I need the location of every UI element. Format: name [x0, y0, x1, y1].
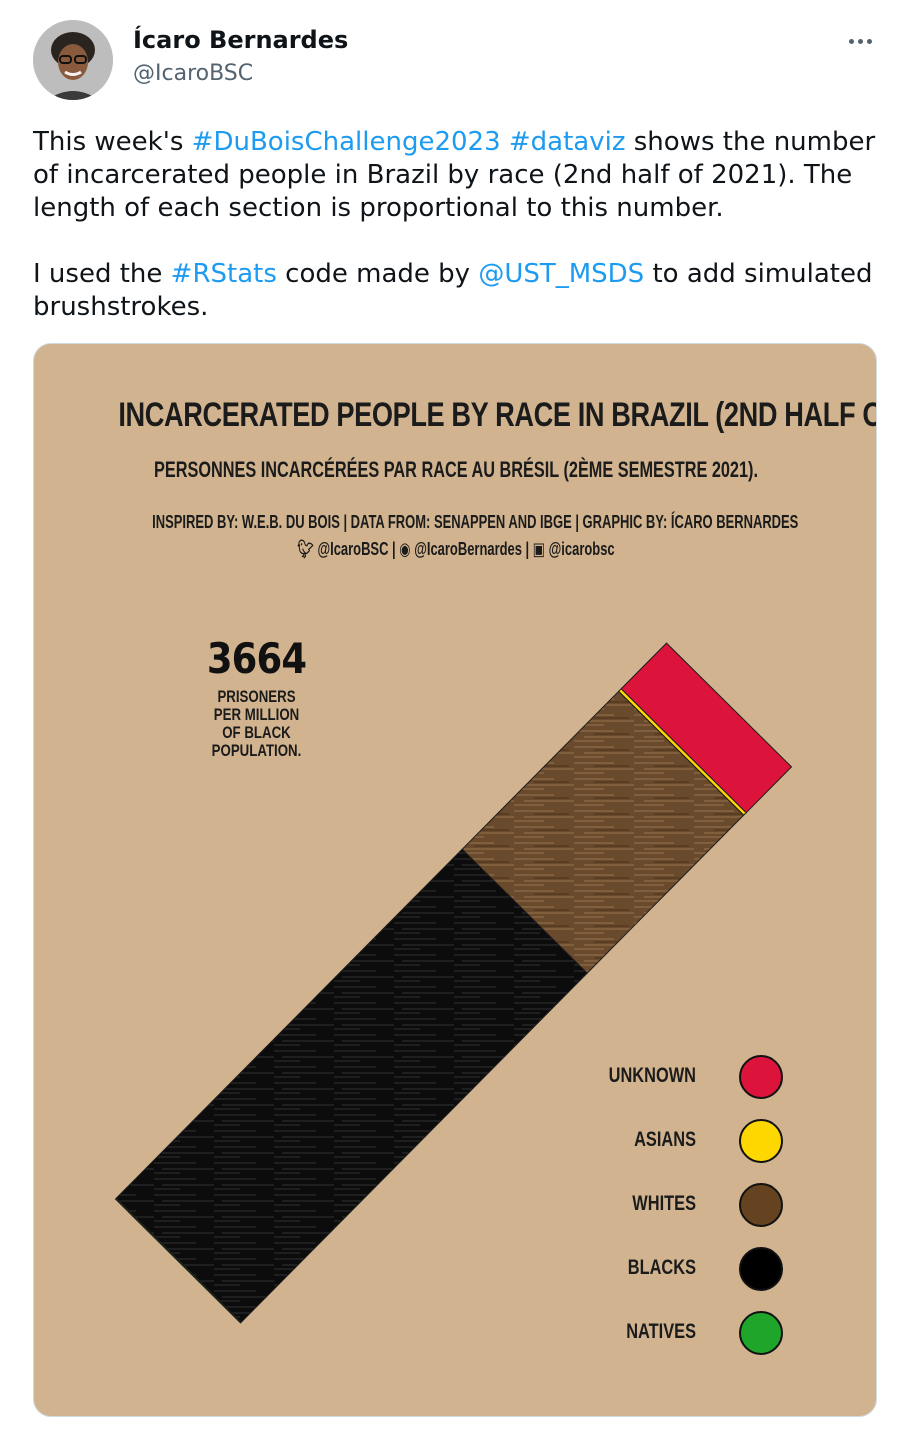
more-dot-icon: [866, 38, 872, 44]
social-github: @IcaroBernardes: [414, 539, 522, 559]
text-span: This week's: [33, 127, 192, 157]
chart-socials: 🐦︎ @IcaroBSC | ◉ @IcaroBernardes | ▣ @ic…: [152, 539, 760, 560]
more-options-button[interactable]: [840, 26, 880, 56]
legend-swatch-whites: [739, 1183, 783, 1227]
chart-subtitle: PERSONNES INCARCÉRÉES PAR RACE AU BRÉSIL…: [153, 457, 758, 482]
tweet-paragraph-1: This week's #DuBoisChallenge2023 #datavi…: [33, 126, 893, 225]
chart-title: INCARCERATED PEOPLE BY RACE IN BRAZIL (2…: [118, 396, 876, 434]
text-span: I used the: [33, 259, 171, 289]
text-span: [501, 127, 509, 157]
stat-caption: PRISONERS PER MILLION OF BLACK POPULATIO…: [208, 688, 306, 760]
author-handle[interactable]: @IcaroBSC: [133, 61, 253, 86]
chart-svg: [114, 642, 793, 1355]
stat-caption-line: OF BLACK: [222, 723, 291, 742]
mention-link[interactable]: @UST_MSDS: [478, 259, 644, 289]
stat-caption-line: POPULATION.: [211, 741, 302, 760]
social-linkedin: @icarobsc: [548, 539, 615, 559]
infographic-image[interactable]: INCARCERATED PEOPLE BY RACE IN BRAZIL (2…: [33, 343, 877, 1417]
text-span: code made by: [276, 259, 479, 289]
tweet-text: This week's #DuBoisChallenge2023 #datavi…: [33, 126, 893, 324]
legend-label-natives: NATIVES: [626, 1320, 696, 1343]
linkedin-icon: ▣: [532, 539, 546, 559]
stat-value: 3664: [206, 634, 307, 683]
legend: [739, 1055, 783, 1355]
github-icon: ◉: [399, 539, 411, 559]
bar-segment-blacks: [115, 848, 588, 1323]
twitter-bird-icon: 🐦︎: [297, 539, 314, 559]
stat-caption-line: PRISONERS: [217, 687, 296, 706]
avatar[interactable]: [33, 20, 113, 100]
tweet: Ícaro Bernardes @IcaroBSC This week's #D…: [0, 0, 921, 1433]
stat-caption-line: PER MILLION: [213, 705, 300, 724]
divider: |: [392, 539, 396, 559]
legend-swatch-unknown: [739, 1055, 783, 1099]
more-dot-icon: [857, 38, 863, 44]
social-twitter: @IcaroBSC: [317, 539, 389, 559]
hashtag-link[interactable]: #DuBoisChallenge2023: [192, 127, 501, 157]
hashtag-link[interactable]: #RStats: [171, 259, 277, 289]
legend-label-unknown: UNKNOWN: [608, 1064, 696, 1087]
chart-credits: INSPIRED BY: W.E.B. DU BOIS | DATA FROM:…: [152, 512, 799, 532]
legend-label-asians: ASIANS: [634, 1128, 696, 1151]
author-name[interactable]: Ícaro Bernardes: [133, 26, 348, 54]
legend-swatch-blacks: [739, 1247, 783, 1291]
legend-label-blacks: BLACKS: [627, 1256, 696, 1279]
legend-swatch-natives: [739, 1311, 783, 1355]
hashtag-link[interactable]: #dataviz: [509, 127, 626, 157]
more-dot-icon: [848, 38, 854, 44]
legend-label-whites: WHITES: [632, 1192, 696, 1215]
avatar-portrait-icon: [33, 20, 113, 100]
tweet-paragraph-2: I used the #RStats code made by @UST_MSD…: [33, 258, 893, 324]
divider: |: [525, 539, 530, 559]
legend-swatch-asians: [739, 1119, 783, 1163]
